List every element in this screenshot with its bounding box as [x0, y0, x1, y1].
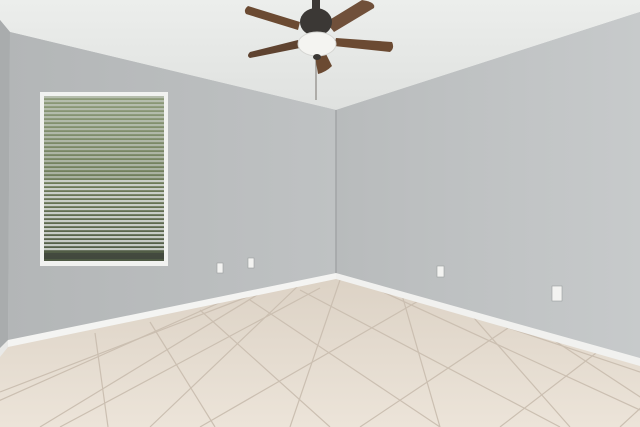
blind-slat [44, 120, 164, 123]
blind-slat [44, 168, 164, 171]
blind-slat [44, 124, 164, 127]
blind-slat [44, 108, 164, 111]
blind-slat [44, 104, 164, 107]
blind-slat [44, 204, 164, 207]
blind-slat [44, 136, 164, 139]
blind-slat [44, 220, 164, 223]
blind-slat [44, 224, 164, 227]
blind-slat [44, 236, 164, 239]
blind-slat [44, 144, 164, 147]
blind-slat [44, 96, 164, 99]
blind-slat [44, 240, 164, 243]
blind-slat [44, 216, 164, 219]
room-scene [0, 0, 640, 427]
blind-slat [44, 180, 164, 183]
blind-slat [44, 160, 164, 163]
blind-slat [44, 164, 164, 167]
blind-slat [44, 176, 164, 179]
blind-slat [44, 232, 164, 235]
blind-slat [44, 140, 164, 143]
fan-downrod [312, 0, 320, 10]
blind-slat [44, 148, 164, 151]
outlet [216, 262, 224, 274]
blind-slat [44, 192, 164, 195]
blind-slat [44, 208, 164, 211]
blind-slat [44, 128, 164, 131]
fan-finial [313, 54, 321, 60]
window-sill-shadow [44, 253, 164, 259]
blind-slat [44, 228, 164, 231]
blind-slat [44, 116, 164, 119]
fan-light-globe [297, 31, 337, 57]
outlet [436, 265, 445, 278]
blind-slat [44, 248, 164, 251]
blind-slat [44, 100, 164, 103]
blind-slat [44, 196, 164, 199]
outlet [551, 285, 563, 302]
blind-slat [44, 112, 164, 115]
blind-slat [44, 152, 164, 155]
outlet [247, 257, 255, 269]
blind-slat [44, 132, 164, 135]
window [40, 92, 168, 266]
blind-slat [44, 184, 164, 187]
blind-slat [44, 200, 164, 203]
blind-slat [44, 188, 164, 191]
blind-slat [44, 172, 164, 175]
blind-slat [44, 212, 164, 215]
blind-slat [44, 244, 164, 247]
blind-slat [44, 156, 164, 159]
